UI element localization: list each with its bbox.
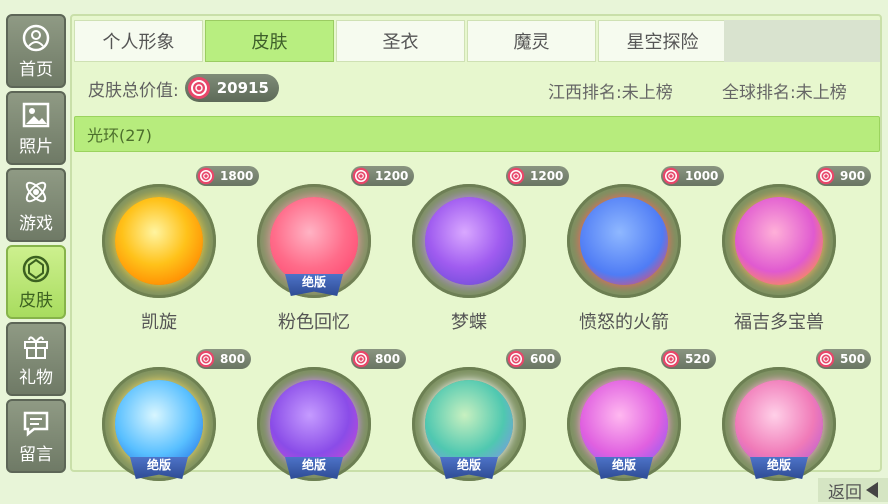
back-button[interactable]: 返回 [818, 478, 888, 503]
coin-icon [197, 350, 215, 371]
halo-orb [580, 197, 668, 285]
coin-icon [197, 167, 215, 188]
skin-item[interactable]: 绝版 800 [82, 349, 252, 481]
sidebar-item-label: 留言 [19, 444, 53, 465]
category-bar[interactable]: 光环(27) [74, 116, 880, 152]
sidebar-item-home[interactable]: 首页 [6, 14, 66, 88]
skin-item[interactable]: 绝版 600 [392, 349, 562, 481]
total-value: 20915 [216, 79, 269, 97]
message-icon [21, 408, 51, 438]
skin-item[interactable]: 1000 愤怒的火箭 [547, 166, 725, 346]
tab-star-adventure[interactable]: 星空探险 [598, 20, 727, 62]
game-icon [21, 177, 51, 207]
tab-armor[interactable]: 圣衣 [336, 20, 465, 62]
jiangxi-rank: 江西排名:未上榜 [548, 83, 673, 103]
coin-icon [352, 350, 370, 371]
sidebar-item-photo[interactable]: 照片 [6, 91, 66, 165]
skin-panel: 个人形象 皮肤 圣衣 魔灵 星空探险 皮肤总价值: 20915 江西排名:未上榜… [70, 14, 882, 481]
coin-icon [507, 167, 525, 188]
halo-orb [735, 380, 823, 468]
sidebar-item-game[interactable]: 游戏 [6, 168, 66, 242]
sidebar-item-gift[interactable]: 礼物 [6, 322, 66, 396]
sidebar-item-label: 游戏 [19, 213, 53, 234]
back-label: 返回 [828, 482, 862, 503]
price-tag: 500 [816, 349, 872, 371]
tab-spirit[interactable]: 魔灵 [467, 20, 596, 62]
item-name: 梦蝶 [451, 312, 487, 333]
skin-item[interactable]: 900 福吉多宝兽 [702, 166, 872, 346]
skin-item[interactable]: 绝版 500 [702, 349, 872, 481]
info-bar: 皮肤总价值: 20915 江西排名:未上榜 全球排名:未上榜 [74, 66, 880, 110]
coin-icon [817, 350, 835, 371]
halo-orb [425, 380, 513, 468]
tab-filler [724, 20, 880, 62]
total-value-label: 皮肤总价值: [88, 80, 179, 101]
skin-item[interactable]: 绝版 800 [237, 349, 407, 481]
gift-icon [21, 331, 51, 361]
sidebar-item-label: 照片 [19, 136, 53, 157]
skin-item[interactable]: 绝版 1200 粉色回忆 [237, 166, 415, 346]
home-icon [21, 23, 51, 53]
tab-skin[interactable]: 皮肤 [205, 20, 334, 62]
total-value-pill: 20915 [184, 74, 279, 104]
coin-icon [662, 167, 680, 188]
tab-bar: 个人形象 皮肤 圣衣 魔灵 星空探险 [74, 20, 727, 62]
skin-icon [21, 254, 51, 284]
item-name: 愤怒的火箭 [579, 312, 669, 333]
skin-item[interactable]: 绝版 520 [547, 349, 717, 481]
halo-orb [270, 380, 358, 468]
back-arrow-icon [866, 482, 878, 498]
coin-icon [662, 350, 680, 371]
halo-orb [115, 380, 203, 468]
coin-icon [187, 76, 211, 104]
skin-item[interactable]: 1200 梦蝶 [392, 166, 570, 346]
item-name: 粉色回忆 [278, 312, 350, 333]
price-tag: 900 [816, 166, 872, 188]
coin-icon [352, 167, 370, 188]
item-name: 凯旋 [141, 312, 177, 333]
coin-icon [507, 350, 525, 371]
photo-icon [21, 100, 51, 130]
sidebar-item-label: 皮肤 [19, 290, 53, 311]
halo-orb [425, 197, 513, 285]
sidebar-item-message[interactable]: 留言 [6, 399, 66, 473]
halo-orb [115, 197, 203, 285]
halo-orb [735, 197, 823, 285]
sidebar-item-label: 首页 [19, 59, 53, 80]
sidebar-item-skin[interactable]: 皮肤 [6, 245, 66, 319]
halo-orb [270, 197, 358, 285]
halo-orb [580, 380, 668, 468]
skin-item[interactable]: 1800 凯旋 [82, 166, 260, 346]
sidebar: 首页 照片 游戏 皮肤 礼物 留言 [6, 14, 66, 480]
coin-icon [817, 167, 835, 188]
sidebar-item-label: 礼物 [19, 367, 53, 388]
tab-avatar[interactable]: 个人形象 [74, 20, 203, 62]
global-rank: 全球排名:未上榜 [722, 83, 847, 103]
item-name: 福吉多宝兽 [734, 312, 824, 333]
